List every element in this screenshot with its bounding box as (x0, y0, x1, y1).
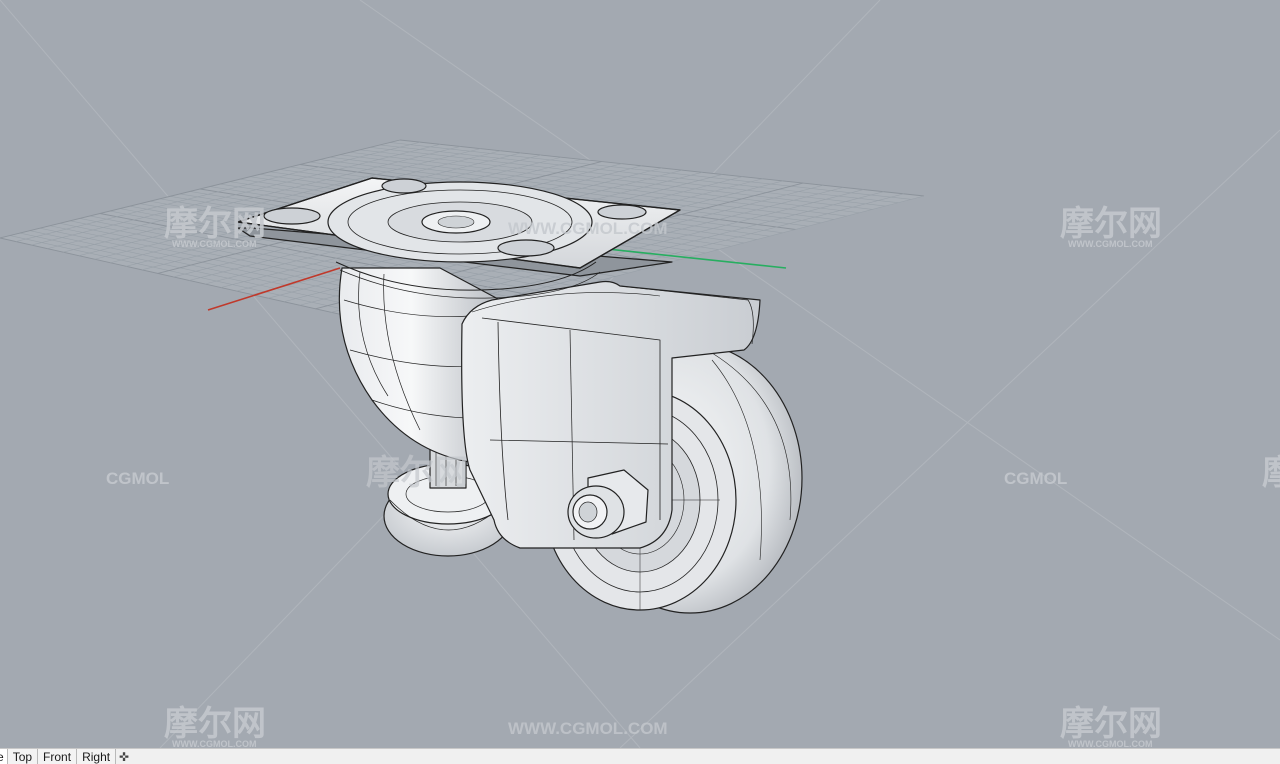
watermark-brand-mid-left: CGMOL (106, 469, 169, 488)
tab-front[interactable]: Front (38, 749, 78, 764)
watermark-brand-mid-right: CGMOL (1004, 469, 1067, 488)
watermark-sub-bottom-left: WWW.CGMOL.COM (172, 739, 256, 748)
tab-right-label: Right (82, 749, 111, 764)
perspective-viewport[interactable]: 摩尔网 WWW.CGMOL.COM WWW.CGMOL.COM 摩尔网 WWW.… (0, 0, 1280, 748)
watermark-sub-top-left: WWW.CGMOL.COM (172, 239, 256, 249)
plus-icon[interactable]: ✜ (116, 749, 132, 764)
tab-perspective-label: e (0, 749, 4, 764)
rhino-app-window: 摩尔网 WWW.CGMOL.COM WWW.CGMOL.COM 摩尔网 WWW.… (0, 0, 1280, 764)
watermark-sub-top-right: WWW.CGMOL.COM (1068, 239, 1152, 249)
tab-front-label: Front (43, 749, 72, 764)
watermark-cn-top-right: 摩尔网 (1060, 205, 1162, 243)
watermark-cn-top-left: 摩尔网 (164, 205, 266, 243)
watermark-url-top-center: WWW.CGMOL.COM (508, 219, 668, 238)
watermark-cn-mid-edge: 摩尔网 (1262, 454, 1280, 492)
watermark-cn-bottom-left: 摩尔网 (164, 705, 266, 743)
tab-right[interactable]: Right (77, 749, 117, 764)
tab-top-label: Top (12, 749, 33, 764)
watermark-sub-bottom-right: WWW.CGMOL.COM (1068, 739, 1152, 748)
tab-perspective[interactable]: e (0, 749, 8, 764)
tab-top[interactable]: Top (7, 749, 39, 764)
watermark-cn-bottom-right: 摩尔网 (1060, 705, 1162, 743)
watermark-cn-mid-center: 摩尔网 (366, 454, 468, 492)
watermark-url-bottom-center: WWW.CGMOL.COM (508, 719, 668, 738)
viewport-canvas[interactable]: 摩尔网 WWW.CGMOL.COM WWW.CGMOL.COM 摩尔网 WWW.… (0, 0, 1280, 748)
viewport-tab-bar: e Top Front Right ✜ (0, 748, 1280, 764)
